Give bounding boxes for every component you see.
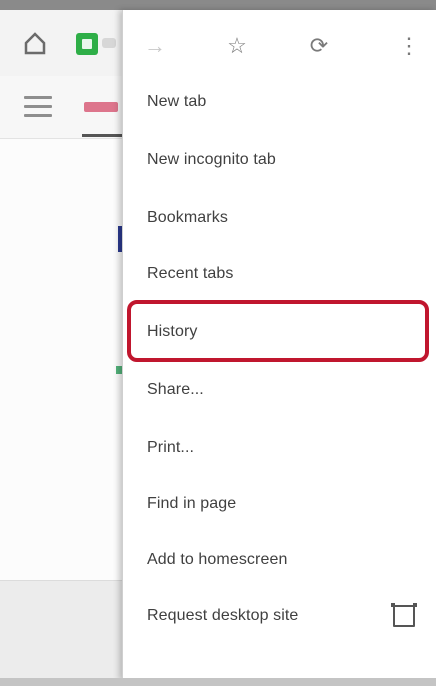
menu-item-label: New incognito tab <box>147 151 276 168</box>
menu-item-find-in-page[interactable]: Find in page <box>123 476 436 532</box>
page-content <box>0 139 122 589</box>
menu-item-print[interactable]: Print... <box>123 420 436 476</box>
menu-item-recent-tabs[interactable]: Recent tabs <box>123 246 436 302</box>
menu-item-label: Add to homescreen <box>147 551 288 568</box>
hamburger-menu-icon[interactable] <box>24 96 52 120</box>
menu-item-share[interactable]: Share... <box>123 362 436 418</box>
star-icon[interactable]: ☆ <box>223 32 251 60</box>
desktop-site-checkbox-icon[interactable] <box>391 603 417 627</box>
menu-item-add-to-homescreen[interactable]: Add to homescreen <box>123 532 436 588</box>
menu-item-request-desktop-site[interactable]: Request desktop site <box>123 588 436 644</box>
screen: → ☆ ⟳ ⋮ New tab New incognito tab Bookma… <box>0 0 436 686</box>
overflow-menu: → ☆ ⟳ ⋮ New tab New incognito tab Bookma… <box>122 10 436 680</box>
forward-arrow-icon[interactable]: → <box>141 32 169 60</box>
status-bar-edge <box>0 0 436 10</box>
reload-icon[interactable]: ⟳ <box>305 32 333 60</box>
more-vert-icon[interactable]: ⋮ <box>395 32 423 60</box>
menu-item-new-tab[interactable]: New tab <box>123 74 436 130</box>
menu-item-bookmarks[interactable]: Bookmarks <box>123 190 436 246</box>
menu-item-new-incognito-tab[interactable]: New incognito tab <box>123 132 436 188</box>
menu-item-label: Print... <box>147 439 195 456</box>
menu-item-label: Request desktop site <box>147 607 299 624</box>
page-footer-block <box>0 580 122 686</box>
menu-item-label: Share... <box>147 381 204 398</box>
active-page-tab[interactable] <box>84 102 118 112</box>
menu-item-label: Find in page <box>147 495 237 512</box>
url-bar-fragment[interactable] <box>102 38 116 48</box>
menu-action-bar: → ☆ ⟳ ⋮ <box>123 10 436 76</box>
bottom-edge <box>0 678 436 686</box>
history-highlight-box <box>127 300 429 362</box>
menu-item-label: New tab <box>147 93 207 110</box>
menu-item-label: Bookmarks <box>147 209 228 226</box>
extension-icon[interactable] <box>76 33 98 55</box>
menu-item-label: Recent tabs <box>147 265 234 282</box>
tab-underline <box>82 134 122 137</box>
home-icon[interactable] <box>22 30 48 56</box>
